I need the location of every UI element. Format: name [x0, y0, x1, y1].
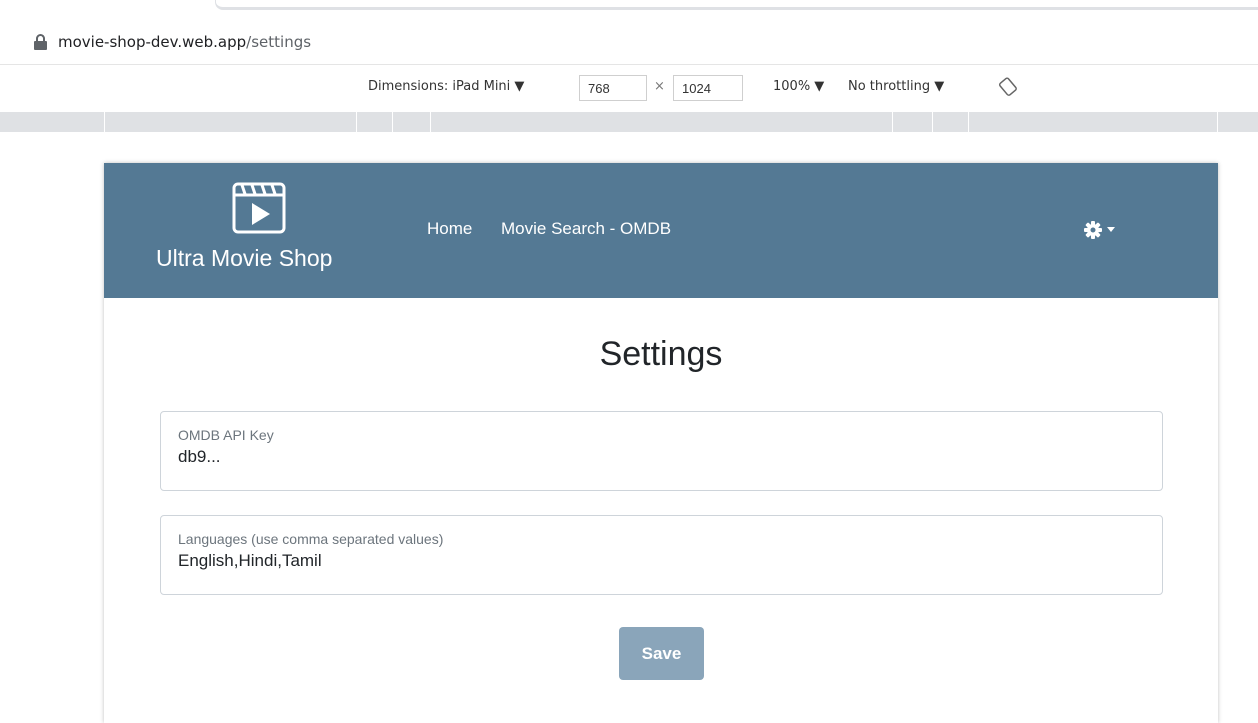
film-icon [232, 182, 286, 234]
languages-input[interactable] [177, 548, 1137, 574]
url-path: /settings [246, 33, 312, 51]
settings-dropdown-toggle[interactable] [1083, 219, 1119, 241]
emulated-viewport: Ultra Movie Shop Home Movie Search - OMD… [104, 163, 1218, 723]
url-host: movie-shop-dev.web.app [58, 33, 247, 51]
languages-field[interactable]: Languages (use comma separated values) [160, 515, 1163, 595]
dimension-separator: × [654, 79, 665, 94]
device-width-input[interactable] [579, 75, 647, 101]
nav-link-home[interactable]: Home [427, 219, 472, 239]
api-key-label: OMDB API Key [178, 427, 274, 443]
languages-label: Languages (use comma separated values) [178, 531, 444, 547]
nav-link-movie-search[interactable]: Movie Search - OMDB [501, 219, 671, 239]
tab-strip-edge [215, 0, 1258, 10]
media-query-ruler [0, 112, 1258, 132]
rotate-icon[interactable] [998, 76, 1018, 96]
brand-name: Ultra Movie Shop [156, 245, 333, 271]
page-title: Settings [599, 335, 723, 373]
api-key-input[interactable] [177, 444, 1137, 470]
gear-icon [1084, 221, 1102, 239]
brand-link[interactable]: Ultra Movie Shop [104, 163, 404, 298]
address-bar[interactable]: movie-shop-dev.web.app/settings [0, 22, 1258, 62]
save-button[interactable]: Save [619, 627, 704, 680]
device-toolbar: Dimensions: iPad Mini ▼ × 100% ▼ No thro… [0, 64, 1258, 108]
device-dimensions-select[interactable]: Dimensions: iPad Mini ▼ [368, 79, 524, 94]
throttling-select[interactable]: No throttling ▼ [848, 79, 944, 94]
lock-icon[interactable] [32, 33, 50, 51]
device-height-input[interactable] [673, 75, 743, 101]
zoom-select[interactable]: 100% ▼ [773, 79, 824, 94]
api-key-field[interactable]: OMDB API Key [160, 411, 1163, 491]
caret-down-icon [1107, 227, 1115, 232]
navbar: Ultra Movie Shop Home Movie Search - OMD… [104, 163, 1218, 298]
